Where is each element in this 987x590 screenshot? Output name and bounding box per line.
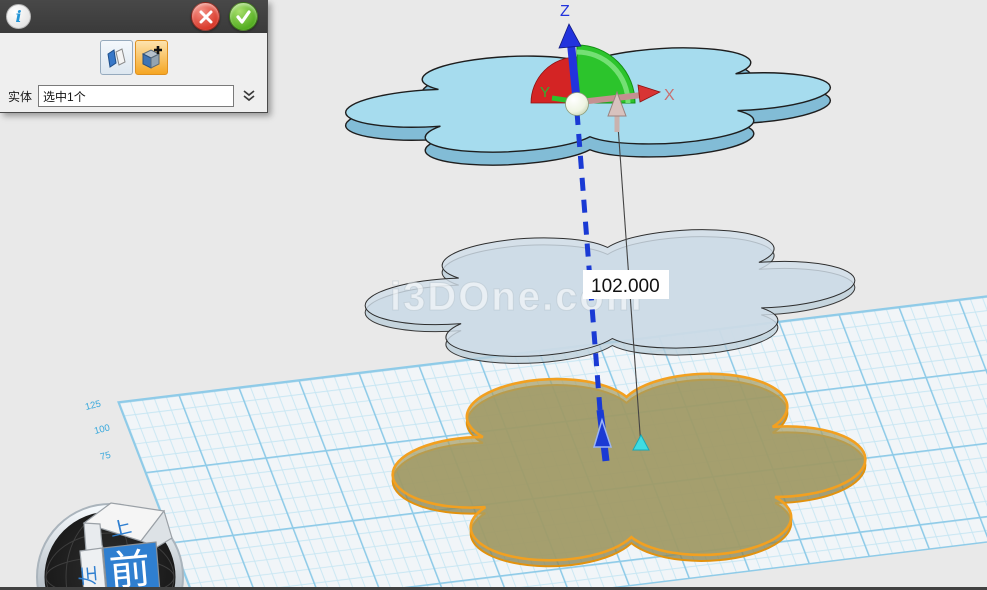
- y-axis-label: Y: [540, 84, 550, 101]
- view-cube[interactable]: 前 上 左: [37, 503, 183, 590]
- axis-label-75: 75: [99, 450, 112, 463]
- dimension-label[interactable]: 102.000: [583, 270, 669, 299]
- surface-icon: [104, 46, 128, 70]
- checkmark-icon: [236, 10, 251, 24]
- operation-panel-header: i: [0, 0, 267, 33]
- entity-selection-input[interactable]: [38, 85, 234, 107]
- entity-field-label: 实体: [8, 88, 32, 105]
- close-icon: [199, 10, 213, 24]
- double-chevron-down-icon: [242, 89, 256, 103]
- operation-panel: i 实体: [0, 0, 268, 113]
- entity-selection-row: 实体: [0, 84, 267, 108]
- cancel-button[interactable]: [191, 2, 220, 31]
- expand-entity-list-button[interactable]: [242, 89, 256, 103]
- axis-label-100: 100: [93, 422, 111, 437]
- info-icon[interactable]: i: [6, 4, 31, 29]
- dimension-value[interactable]: 102.000: [591, 276, 660, 297]
- mode-button-group: [0, 40, 267, 75]
- grid-axis-labels: 125 100 75: [84, 398, 112, 463]
- z-axis-label: Z: [560, 3, 570, 20]
- x-axis-label: X: [664, 87, 675, 104]
- view-cube-left-label: 左: [76, 565, 101, 587]
- triad-origin-sphere[interactable]: [566, 93, 589, 116]
- solid-add-mode-button[interactable]: [135, 40, 168, 75]
- view-cube-front-label: 前: [107, 545, 152, 590]
- view-cube-left-bevel: [84, 523, 103, 551]
- surface-mode-button[interactable]: [100, 40, 133, 75]
- add-solid-icon: [138, 45, 164, 71]
- axis-label-125: 125: [84, 398, 102, 413]
- accept-button[interactable]: [229, 2, 258, 31]
